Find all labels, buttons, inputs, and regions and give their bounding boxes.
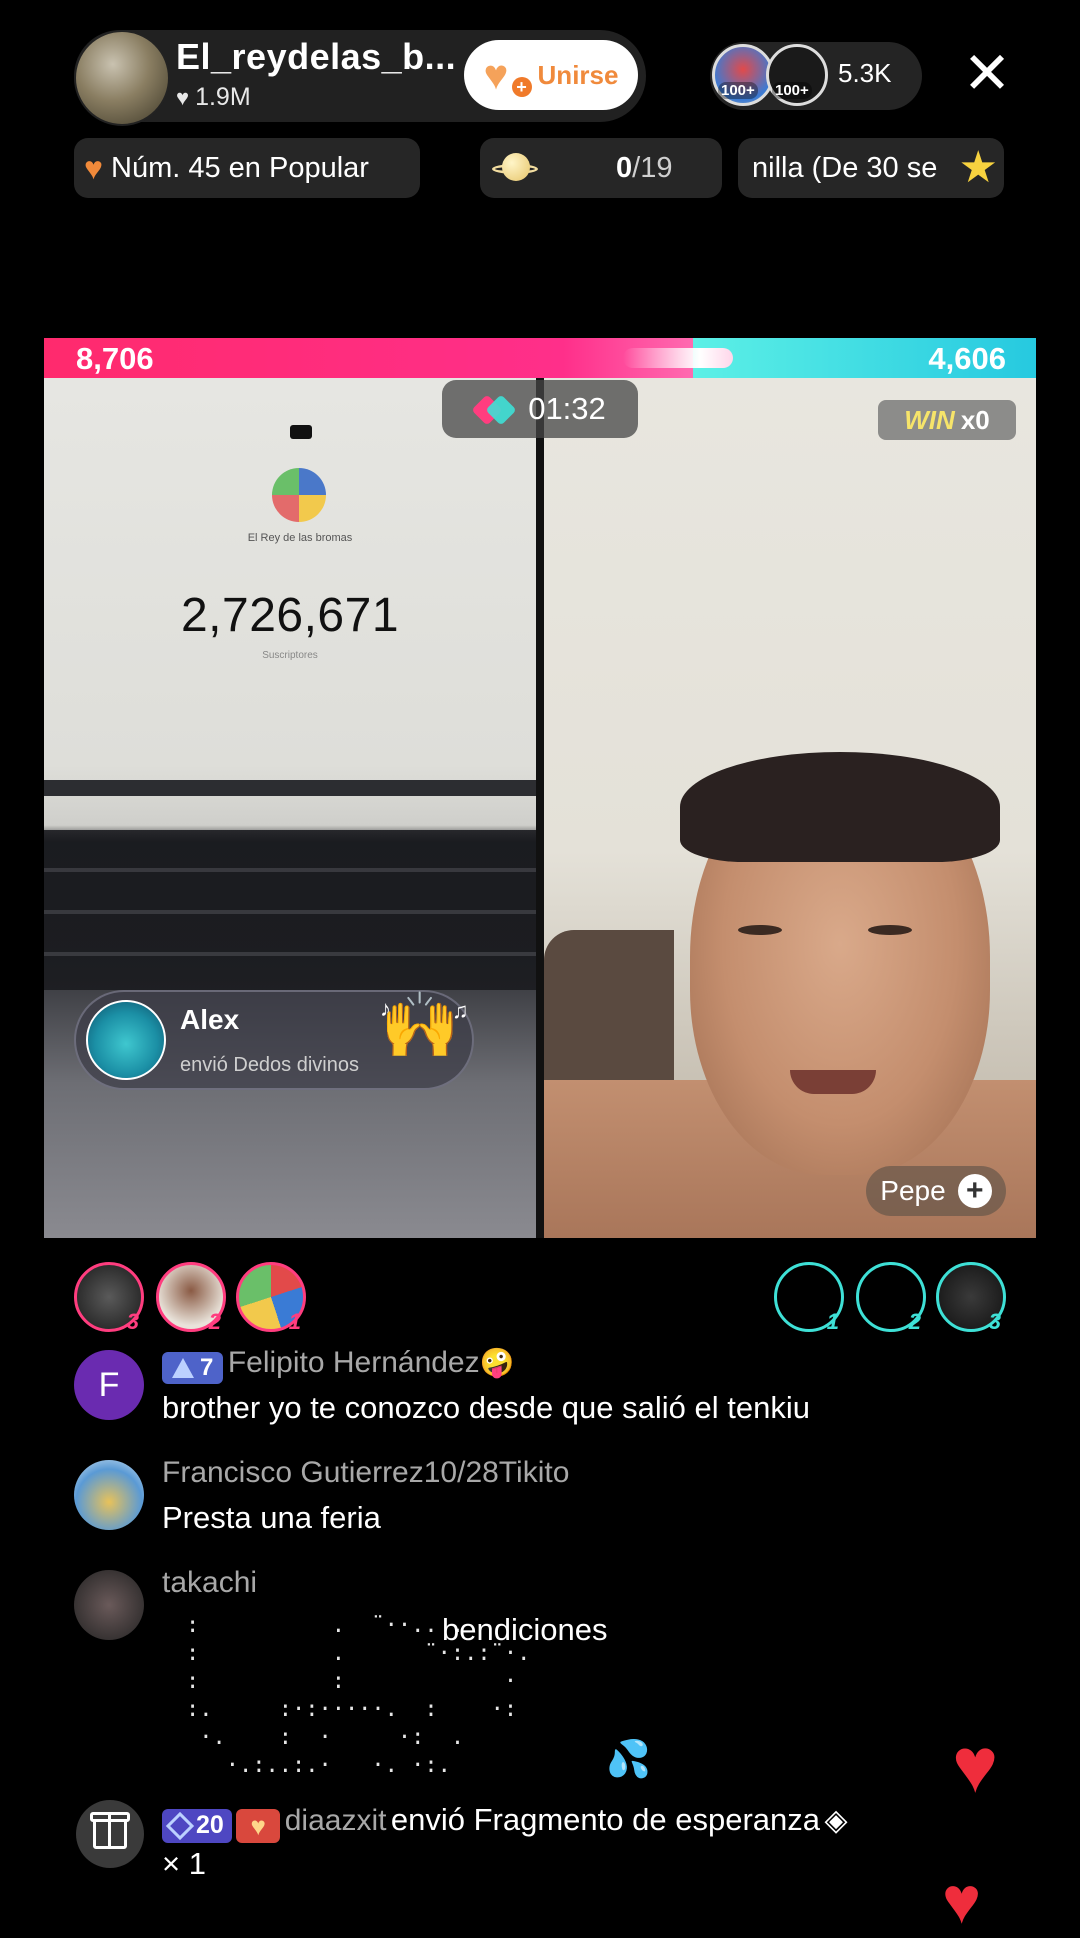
heart-icon: ♥	[952, 1721, 999, 1809]
comment-emoji: 🤪	[479, 1347, 515, 1378]
popular-rank-text: Núm. 45 en Popular	[111, 151, 369, 184]
goal-chip[interactable]: 0/19	[480, 138, 722, 198]
fan-heart-badge: ♥	[236, 1808, 281, 1843]
join-button[interactable]: ♥ + Unirse	[464, 40, 638, 110]
subscriber-label: Suscriptores	[262, 650, 318, 661]
level-badge: 7	[162, 1351, 224, 1384]
win-label: WIN	[904, 404, 955, 435]
popular-rank-chip[interactable]: ♥ Núm. 45 en Popular	[74, 138, 420, 198]
win-streak-badge: WIN x0	[878, 400, 1016, 440]
guest-mouth	[790, 1070, 876, 1094]
gift-event-line: 20 ♥ diaazxit envió Fragmento de esperan…	[162, 1802, 1002, 1843]
comment-text: bendiciones	[442, 1612, 608, 1647]
comment-text: Presta una feria	[162, 1500, 381, 1535]
heart-icon: ♥	[176, 85, 190, 110]
gift-event-username[interactable]: diaazxit	[285, 1804, 387, 1837]
host-name[interactable]: El_reydelas_b...	[176, 36, 456, 78]
comment-text: brother yo te conozco desde que salió el…	[162, 1390, 810, 1425]
comment-username[interactable]: Felipito Hernández	[228, 1346, 480, 1379]
win-count: x0	[960, 404, 990, 435]
comment-avatar[interactable]: F	[74, 1350, 144, 1420]
subscriber-count: 2,726,671	[180, 589, 400, 642]
close-icon[interactable]: ✕	[962, 44, 1012, 104]
comment-username[interactable]: Francisco Gutierrez10/28Tikito	[162, 1456, 569, 1490]
viewer-badge: 100+	[718, 82, 758, 99]
host-avatar[interactable]	[74, 30, 170, 126]
left-team-score: 8,706	[76, 341, 154, 376]
level-icon	[172, 1357, 194, 1378]
heart-plus-icon: ♥ +	[484, 54, 532, 97]
channel-avatar	[272, 468, 326, 522]
ticker-chip[interactable]: nilla (De 30 se ★	[738, 138, 1004, 198]
planet-icon	[492, 153, 538, 183]
heart-icon: ♥	[84, 149, 103, 186]
guest-eye	[738, 925, 782, 935]
right-team-score: 4,606	[928, 341, 1006, 376]
right-supporter-avatar[interactable]: 3	[936, 1262, 1006, 1334]
guest-name: Pepe	[880, 1175, 946, 1206]
channel-name: El Rey de las bromas	[247, 532, 353, 544]
play-icon	[290, 425, 312, 439]
keyboard-image	[44, 830, 536, 990]
battle-timer: 01:32	[442, 380, 638, 438]
gift-event-message: envió Fragmento de esperanza	[390, 1802, 820, 1837]
left-supporter-avatar[interactable]: 1	[236, 1262, 306, 1334]
comment-header: 7 Felipito Hernández🤪	[162, 1346, 515, 1384]
left-supporter-avatar[interactable]: 3	[74, 1262, 144, 1334]
comment-avatar[interactable]	[74, 1570, 144, 1640]
guest-hair	[680, 752, 1000, 862]
host-likes-count: 1.9M	[195, 83, 251, 111]
join-label: Unirse	[537, 59, 619, 90]
gift-sender-avatar[interactable]	[86, 1000, 166, 1080]
video-divider	[536, 378, 544, 1238]
heart-icon: ♥	[942, 1863, 982, 1937]
gift-button[interactable]	[76, 1800, 144, 1868]
right-supporter-slot[interactable]: 1	[774, 1262, 844, 1334]
gift-sender-name[interactable]: Alex	[180, 1004, 239, 1036]
laptop-edge	[44, 780, 536, 796]
battle-icon	[471, 394, 517, 426]
battle-score-bar: 8,706 4,606	[44, 338, 1036, 378]
guest-eye	[868, 925, 912, 935]
hope-fragment-gift-icon: ◈	[824, 1804, 848, 1837]
left-supporter-avatar[interactable]: 2	[156, 1262, 226, 1334]
timer-text: 01:32	[528, 391, 606, 426]
star-icon: ★	[958, 143, 998, 192]
goal-progress: 0/19	[616, 151, 673, 184]
host-likes: ♥ 1.9M	[176, 83, 251, 112]
ticker-text: nilla (De 30 se	[752, 151, 938, 184]
comment-avatar[interactable]	[74, 1460, 144, 1530]
comment-username[interactable]: takachi	[162, 1566, 257, 1600]
music-note-icon: ♪	[380, 996, 391, 1021]
score-spark	[623, 348, 733, 368]
diamond-icon	[165, 1811, 195, 1840]
level-badge: 20	[162, 1808, 232, 1843]
follow-plus-icon[interactable]: +	[957, 1174, 992, 1208]
guest-name-tag[interactable]: Pepe +	[866, 1166, 1006, 1216]
comment-emoji: 💦	[606, 1738, 651, 1779]
divine-fingers-gift-icon: 🙌	[380, 989, 460, 1061]
music-note-icon: ♫	[452, 998, 469, 1023]
gift-event-quantity: × 1	[162, 1846, 206, 1881]
viewer-count[interactable]: 5.3K	[838, 58, 892, 89]
gift-message: envió Dedos divinos	[180, 1054, 359, 1076]
gift-icon	[90, 1812, 130, 1849]
right-supporter-slot[interactable]: 2	[856, 1262, 926, 1334]
viewer-badge: 100+	[772, 82, 812, 99]
